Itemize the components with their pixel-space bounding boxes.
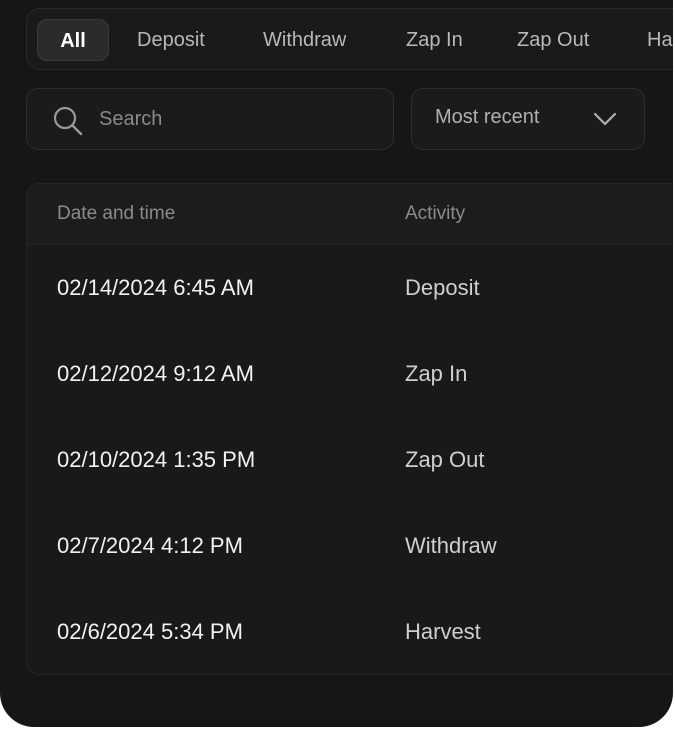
activity-filter-tabs: All Deposit Withdraw Zap In Zap Out Ha bbox=[26, 8, 673, 70]
table-row[interactable]: 02/14/2024 6:45 AM Deposit bbox=[27, 245, 673, 331]
search-input[interactable] bbox=[99, 103, 369, 135]
activity-table: Date and time Activity 02/14/2024 6:45 A… bbox=[26, 183, 673, 675]
table-row[interactable]: 02/6/2024 5:34 PM Harvest bbox=[27, 589, 673, 674]
row-activity: Deposit bbox=[405, 275, 480, 300]
search-box[interactable] bbox=[26, 88, 394, 150]
row-activity: Harvest bbox=[405, 619, 481, 644]
table-header: Date and time Activity bbox=[27, 184, 673, 245]
tab-zap-in[interactable]: Zap In bbox=[406, 19, 463, 61]
activity-panel-content: All Deposit Withdraw Zap In Zap Out Ha M… bbox=[0, 0, 673, 727]
row-activity: Zap Out bbox=[405, 447, 485, 472]
sort-select[interactable]: Most recent bbox=[411, 88, 645, 150]
search-icon bbox=[53, 106, 83, 136]
tab-deposit[interactable]: Deposit bbox=[137, 19, 205, 61]
row-activity: Zap In bbox=[405, 361, 468, 386]
row-activity: Withdraw bbox=[405, 533, 497, 558]
tab-zap-out[interactable]: Zap Out bbox=[517, 19, 589, 61]
row-datetime: 02/12/2024 9:12 AM bbox=[57, 361, 254, 386]
table-row[interactable]: 02/7/2024 4:12 PM Withdraw bbox=[27, 503, 673, 589]
activity-panel: All Deposit Withdraw Zap In Zap Out Ha M… bbox=[0, 0, 673, 727]
column-header-date: Date and time bbox=[57, 203, 176, 224]
row-datetime: 02/6/2024 5:34 PM bbox=[57, 619, 243, 644]
table-row[interactable]: 02/12/2024 9:12 AM Zap In bbox=[27, 331, 673, 417]
chevron-down-icon bbox=[593, 112, 617, 126]
table-row[interactable]: 02/10/2024 1:35 PM Zap Out bbox=[27, 417, 673, 503]
tab-withdraw[interactable]: Withdraw bbox=[263, 19, 346, 61]
row-datetime: 02/10/2024 1:35 PM bbox=[57, 447, 256, 472]
column-header-activity: Activity bbox=[405, 203, 466, 224]
tab-harvest[interactable]: Ha bbox=[647, 19, 673, 61]
row-datetime: 02/14/2024 6:45 AM bbox=[57, 275, 254, 300]
tab-all[interactable]: All bbox=[37, 19, 109, 61]
row-datetime: 02/7/2024 4:12 PM bbox=[57, 533, 243, 558]
sort-selected-value: Most recent bbox=[435, 106, 540, 128]
